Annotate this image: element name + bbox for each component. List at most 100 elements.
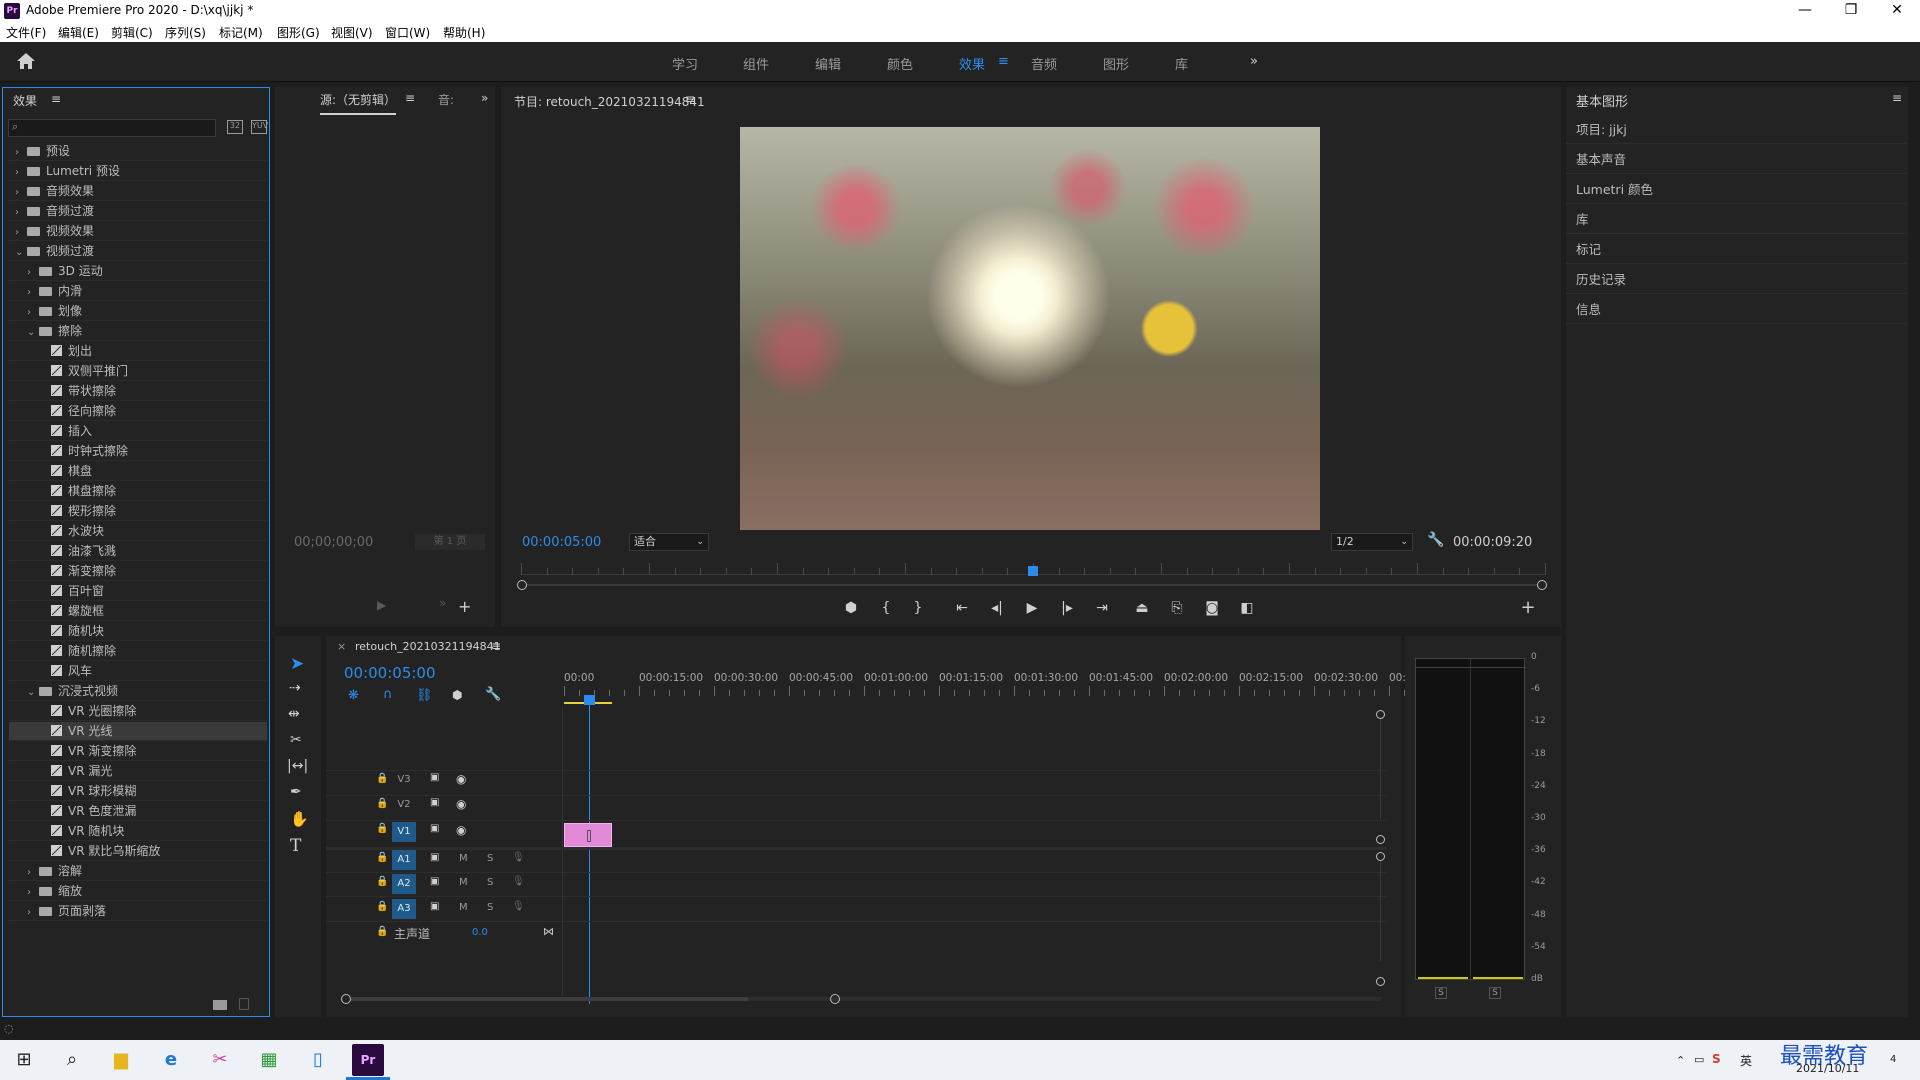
toggle-sync-lock-icon[interactable]: ▣ xyxy=(430,772,439,783)
track-label-a2[interactable]: A2 xyxy=(392,874,416,894)
solo-button[interactable]: S xyxy=(487,853,493,864)
chevron-down-icon[interactable]: ⌄ xyxy=(27,683,39,702)
effects-folder[interactable]: ⌄ 视频过渡 xyxy=(9,242,267,261)
audio-scroll-top-handle[interactable] xyxy=(1376,852,1385,861)
chevron-right-icon[interactable]: › xyxy=(15,203,27,222)
program-zoom-left-handle[interactable] xyxy=(517,580,527,590)
effects-folder[interactable]: › 页面剥落 xyxy=(9,902,267,921)
menu-window[interactable]: 窗口(W) xyxy=(385,24,430,41)
effects-search-field[interactable] xyxy=(25,121,213,135)
home-icon[interactable] xyxy=(16,52,38,72)
menu-view[interactable]: 视图(V) xyxy=(331,24,373,41)
solo-right-button[interactable]: S xyxy=(1489,987,1501,999)
menu-help[interactable]: 帮助(H) xyxy=(443,24,485,41)
chevron-right-icon[interactable]: › xyxy=(15,183,27,202)
store-icon[interactable]: ▦ xyxy=(253,1046,285,1074)
workspace-learn[interactable]: 学习 xyxy=(672,54,698,73)
effects-folder[interactable]: › 视频效果 xyxy=(9,222,267,241)
video-scroll-top-handle[interactable] xyxy=(1376,710,1385,719)
solo-left-button[interactable]: S xyxy=(1435,987,1447,999)
effect-item[interactable]: 渐变擦除 xyxy=(9,562,267,581)
track-label-v3[interactable]: V3 xyxy=(392,770,416,790)
fit-dropdown[interactable]: 适合 ⌄ xyxy=(629,533,709,551)
toggle-sync-lock-icon[interactable]: ▣ xyxy=(430,823,439,834)
source-more-controls-icon[interactable]: » xyxy=(439,596,446,610)
go-to-in-icon[interactable]: ⇤ xyxy=(951,598,973,618)
razor-tool-icon[interactable]: ✂ xyxy=(290,732,302,748)
workspace-effects[interactable]: 效果 xyxy=(959,54,985,73)
nest-sequence-icon[interactable]: ❋ xyxy=(348,688,359,703)
eye-icon[interactable]: ◉ xyxy=(456,772,466,786)
panel-info[interactable]: 信息 xyxy=(1566,295,1906,324)
effect-item[interactable]: VR 漏光 xyxy=(9,762,267,781)
panel-history[interactable]: 历史记录 xyxy=(1566,265,1906,294)
solo-button[interactable]: S xyxy=(487,902,493,913)
source-add-button[interactable]: + xyxy=(458,597,471,616)
type-tool-icon[interactable]: T xyxy=(290,836,301,856)
effect-item[interactable]: VR 渐变擦除 xyxy=(9,742,267,761)
ime-language-indicator[interactable]: 英 xyxy=(1740,1052,1752,1069)
right-panel-menu-icon[interactable]: ≡ xyxy=(1892,91,1902,105)
video-scroll-bottom-handle[interactable] xyxy=(1376,835,1385,844)
effects-folder[interactable]: › Lumetri 预设 xyxy=(9,162,267,181)
workspace-audio[interactable]: 音频 xyxy=(1031,54,1057,73)
sogou-ime-icon[interactable]: S xyxy=(1712,1052,1721,1066)
track-label-v2[interactable]: V2 xyxy=(392,795,416,815)
close-button[interactable]: ✕ xyxy=(1874,0,1920,22)
voice-over-mic-icon[interactable]: 🎙 xyxy=(512,876,525,887)
slip-tool-icon[interactable]: |↔| xyxy=(287,758,308,774)
step-back-icon[interactable]: ◂| xyxy=(986,598,1008,618)
effects-folder[interactable]: › 内滑 xyxy=(9,282,267,301)
lock-icon[interactable]: 🔒 xyxy=(376,926,388,937)
panel-essential-sound[interactable]: 基本声音 xyxy=(1566,145,1906,174)
program-playhead[interactable] xyxy=(1028,566,1038,576)
audio-scroll-bottom-handle[interactable] xyxy=(1376,977,1385,986)
minimize-button[interactable]: — xyxy=(1782,0,1828,22)
toggle-sync-lock-icon[interactable]: ▣ xyxy=(430,901,439,912)
effects-folder[interactable]: › 预设 xyxy=(9,142,267,161)
effects-folder[interactable]: › 缩放 xyxy=(9,882,267,901)
program-menu-icon[interactable]: ≡ xyxy=(685,92,695,116)
menu-sequence[interactable]: 序列(S) xyxy=(165,24,206,41)
network-icon[interactable]: ▭ xyxy=(1694,1053,1704,1066)
effect-item[interactable]: 百叶窗 xyxy=(9,582,267,601)
menu-edit[interactable]: 编辑(E) xyxy=(58,24,99,41)
effect-item[interactable]: 水波块 xyxy=(9,522,267,541)
lock-icon[interactable]: 🔒 xyxy=(376,901,388,912)
transition-marker[interactable] xyxy=(587,830,591,842)
solo-button[interactable]: S xyxy=(487,877,493,888)
effect-item[interactable]: 带状擦除 xyxy=(9,382,267,401)
maximize-button[interactable]: ❐ xyxy=(1828,0,1874,22)
timeline-playhead-handle[interactable] xyxy=(584,695,595,705)
export-frame-camera-icon[interactable]: ◙ xyxy=(1201,598,1223,618)
clock-date[interactable]: 2021/10/11 xyxy=(1796,1062,1859,1075)
program-zoom-bar[interactable] xyxy=(527,584,1537,586)
master-volume-value[interactable]: 0.0 xyxy=(472,927,488,938)
mute-button[interactable]: M xyxy=(459,853,468,864)
sequence-tab[interactable]: retouch_20210321194841 xyxy=(355,640,501,653)
extract-icon[interactable]: ⎘ xyxy=(1166,598,1188,618)
lock-icon[interactable]: 🔒 xyxy=(376,773,388,784)
effects-panel-title[interactable]: 效果 xyxy=(13,92,37,116)
audio-clip-mixer-tab[interactable]: 音: xyxy=(438,91,454,115)
master-toggle-icon[interactable]: ⋈ xyxy=(543,925,554,938)
ripple-edit-tool-icon[interactable]: ⇹ xyxy=(288,706,300,722)
effect-item[interactable]: VR 默比乌斯缩放 xyxy=(9,842,267,861)
effect-item[interactable]: VR 色度泄漏 xyxy=(9,802,267,821)
menu-graphics[interactable]: 图形(G) xyxy=(277,24,320,41)
step-forward-icon[interactable]: |▸ xyxy=(1056,598,1078,618)
selection-tool-icon[interactable]: ➤ xyxy=(290,654,304,674)
program-monitor-title[interactable]: 节目: retouch_20210321194841 xyxy=(514,93,705,117)
track-select-tool-icon[interactable]: ⇢ xyxy=(289,680,301,696)
snap-magnet-icon[interactable]: ∩ xyxy=(383,687,393,702)
chevron-right-icon[interactable]: › xyxy=(15,163,27,182)
effect-item[interactable]: 棋盘擦除 xyxy=(9,482,267,501)
track-label-a3[interactable]: A3 xyxy=(392,899,416,919)
panel-lumetri-color[interactable]: Lumetri 颜色 xyxy=(1566,175,1906,204)
effect-item[interactable]: VR 球形模糊 xyxy=(9,782,267,801)
toggle-sync-lock-icon[interactable]: ▣ xyxy=(430,797,439,808)
workspace-menu-icon[interactable]: ≡ xyxy=(998,54,1009,69)
effects-search-input[interactable]: ⌕ xyxy=(8,119,216,137)
new-bin-accelerated-icon[interactable]: 32 xyxy=(227,120,243,134)
effect-item[interactable]: 时钟式擦除 xyxy=(9,442,267,461)
